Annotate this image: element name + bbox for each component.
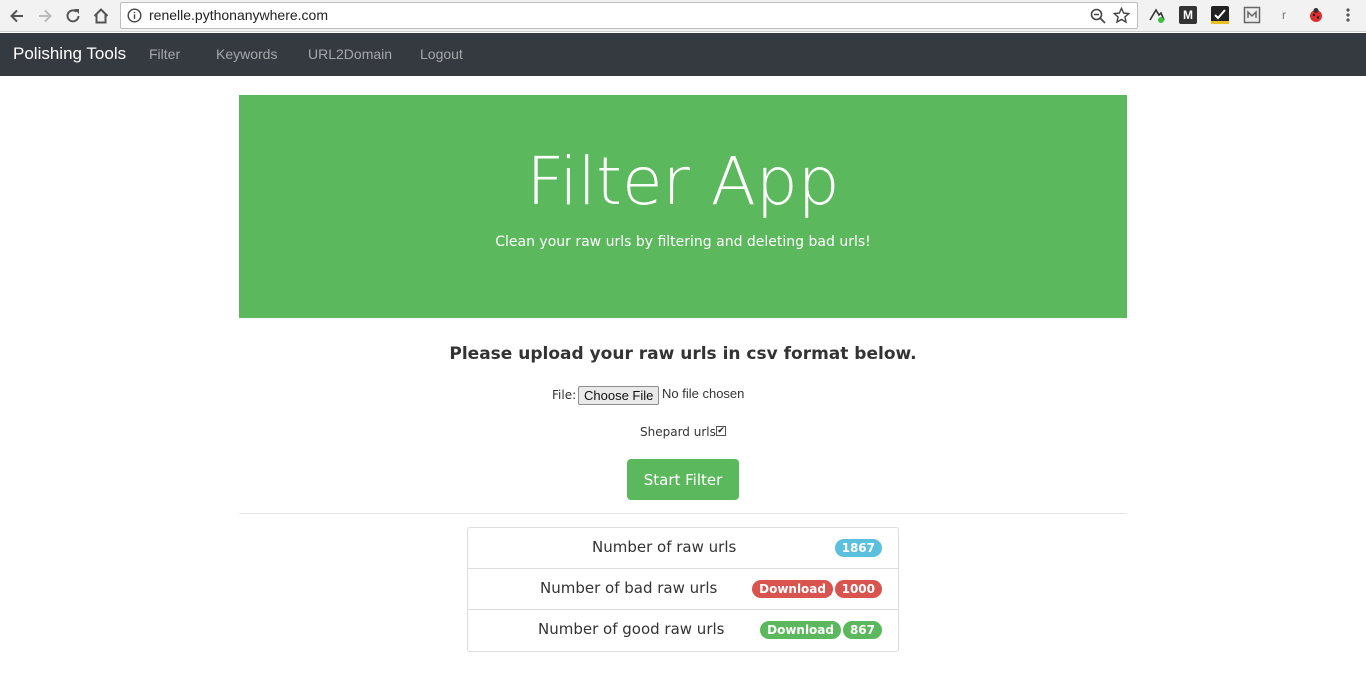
arrow-right-icon: [39, 9, 52, 23]
file-status: No file chosen: [662, 386, 745, 401]
bookmark-star-icon[interactable]: [1112, 6, 1131, 25]
navbar-brand[interactable]: Polishing Tools: [13, 44, 126, 64]
hero-title: Filter App: [526, 143, 840, 220]
extension-r-icon[interactable]: r: [1275, 6, 1293, 24]
shepard-checkbox[interactable]: ✔: [716, 426, 726, 436]
hero-banner: Filter App Clean your raw urls by filter…: [239, 95, 1127, 318]
bad-urls-label: Number of bad raw urls: [540, 579, 718, 597]
list-item-bad: Number of bad raw urls Download 1000: [468, 569, 898, 610]
shepard-row: Shepard urls: ✔: [0, 422, 1366, 440]
browser-menu-icon[interactable]: [1339, 6, 1357, 24]
results-list: Number of raw urls 1867 Number of bad ra…: [467, 527, 899, 652]
nav-link-url2domain[interactable]: URL2Domain: [308, 46, 392, 62]
file-input-row: File: Choose File No file chosen: [0, 385, 1366, 407]
reload-button[interactable]: [61, 4, 85, 28]
choose-file-button[interactable]: Choose File: [578, 386, 660, 405]
raw-count-badge: 1867: [834, 539, 882, 557]
reload-icon: [66, 9, 80, 23]
extension-vpn-icon[interactable]: [1148, 6, 1166, 24]
nav-link-keywords[interactable]: Keywords: [216, 46, 277, 62]
info-icon[interactable]: [127, 8, 142, 23]
address-bar[interactable]: renelle.pythonanywhere.com: [120, 2, 1138, 29]
extension-m-icon[interactable]: M: [1179, 6, 1197, 24]
extension-shield-icon[interactable]: [1243, 6, 1261, 24]
list-item-good: Number of good raw urls Download 867: [468, 610, 898, 651]
file-label: File:: [552, 388, 577, 402]
divider: [239, 513, 1127, 514]
extension-ladybug-icon[interactable]: [1307, 6, 1325, 24]
forward-button[interactable]: [33, 4, 57, 28]
zoom-icon[interactable]: [1089, 7, 1107, 25]
nav-link-logout[interactable]: Logout: [420, 46, 463, 62]
home-button[interactable]: [89, 4, 113, 28]
shepard-label: Shepard urls:: [640, 425, 720, 439]
site-navbar: Polishing Tools Filter Keywords URL2Doma…: [0, 33, 1366, 76]
address-url[interactable]: renelle.pythonanywhere.com: [149, 7, 328, 23]
back-button[interactable]: [5, 4, 29, 28]
good-count-badge: 867: [842, 621, 882, 639]
bad-download-button[interactable]: Download: [752, 580, 833, 598]
good-urls-label: Number of good raw urls: [538, 620, 725, 638]
nav-link-filter[interactable]: Filter: [149, 46, 180, 62]
list-item-raw: Number of raw urls 1867: [468, 528, 898, 569]
raw-urls-label: Number of raw urls: [592, 538, 737, 556]
upload-heading: Please upload your raw urls in csv forma…: [449, 344, 917, 364]
arrow-left-icon: [10, 9, 23, 23]
bad-count-badge: 1000: [834, 580, 882, 598]
start-filter-button[interactable]: Start Filter: [627, 459, 739, 500]
extension-checklist-icon[interactable]: [1211, 6, 1229, 24]
browser-toolbar: renelle.pythonanywhere.com M r: [0, 0, 1366, 32]
home-icon: [93, 8, 109, 24]
hero-subtitle: Clean your raw urls by filtering and del…: [495, 234, 871, 250]
good-download-button[interactable]: Download: [760, 621, 841, 639]
